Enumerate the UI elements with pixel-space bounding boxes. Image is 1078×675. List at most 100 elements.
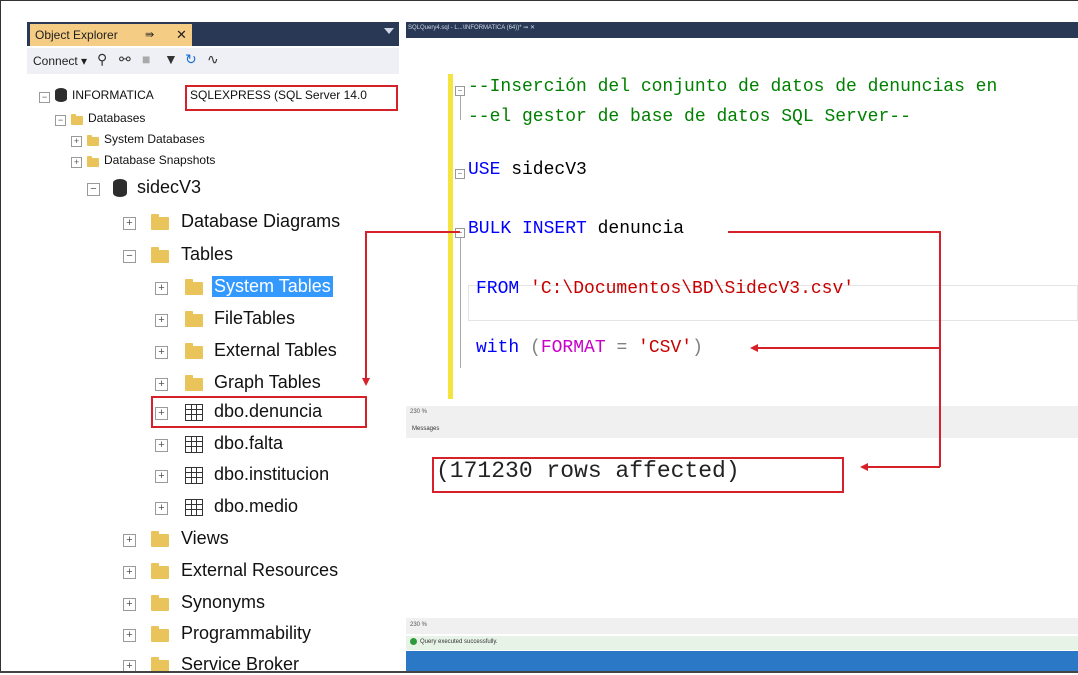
results-zoom-bar: 230 % [406, 618, 1078, 634]
tables-label: Tables [181, 244, 234, 264]
rows-affected-highlight [432, 457, 844, 493]
query-editor-panel: SQLQuery4.sql - L...\INFORMATICA (64))* … [406, 22, 1078, 673]
table-icon [185, 467, 203, 484]
expand-icon[interactable]: + [155, 346, 168, 359]
chevron-down-icon[interactable] [384, 28, 394, 34]
frame-left-border [0, 0, 1, 673]
close-icon[interactable]: ✕ [176, 24, 187, 46]
expand-icon[interactable]: + [155, 470, 168, 483]
server-name: INFORMATICA [72, 88, 154, 102]
database-name: sidecV3 [137, 177, 202, 197]
expand-icon[interactable]: + [155, 282, 168, 295]
code-editor[interactable]: − --Inserción del conjunto de datos de d… [406, 38, 1078, 406]
filter-connect-icon[interactable]: ⚲ [97, 51, 107, 68]
keyword-use: USE [468, 160, 501, 180]
table-icon [185, 499, 203, 516]
format-value-string: 'CSV' [638, 338, 693, 358]
disconnect-icon[interactable]: ⚯ [119, 51, 131, 68]
expand-icon[interactable]: + [123, 566, 136, 579]
keyword-with: with [476, 338, 520, 358]
folder-icon [87, 135, 99, 146]
folder-icon [185, 311, 203, 327]
expand-icon[interactable]: + [123, 217, 136, 230]
paren-open: ( [519, 338, 541, 358]
equals-sign: = [605, 338, 639, 358]
databases-label: Databases [88, 111, 146, 125]
database-identifier: sidecV3 [500, 160, 587, 180]
code-with-line: with (FORMAT = 'CSV') [476, 338, 703, 358]
fold-toggle-icon[interactable]: − [455, 228, 465, 238]
server-icon [55, 88, 67, 102]
table-label: dbo.medio [214, 496, 299, 516]
keyword-format: FORMAT [540, 338, 606, 358]
programmability-label: Programmability [181, 623, 312, 643]
query-status-bar: Query executed successfully. [406, 636, 1078, 650]
expand-icon[interactable]: + [155, 314, 168, 327]
pin-icon[interactable]: ⇛ [145, 24, 154, 46]
stop-icon[interactable]: ■ [142, 51, 150, 67]
object-explorer-tab[interactable]: Object Explorer ⇛ ✕ [30, 24, 192, 46]
keyword-from: FROM [476, 279, 520, 299]
expand-icon[interactable]: + [123, 629, 136, 642]
code-bulk-insert-line: BULK INSERT denuncia [468, 219, 684, 239]
table-label: dbo.falta [214, 433, 284, 453]
views-label: Views [181, 528, 229, 548]
refresh-icon[interactable]: ↻ [185, 51, 197, 68]
query-tab[interactable]: SQLQuery4.sql - L...\INFORMATICA (64))* … [408, 24, 535, 31]
folder-icon [185, 279, 203, 295]
folder-icon [71, 114, 83, 125]
expand-icon[interactable]: + [155, 502, 168, 515]
database-icon [113, 179, 127, 197]
editor-zoom-bar: 230 % [406, 406, 1078, 420]
filetables-label: FileTables [214, 308, 296, 328]
collapse-icon[interactable]: − [55, 115, 66, 126]
object-explorer-panel: Object Explorer ⇛ ✕ Connect ▾ ⚲ ⚯ ■ ▼ ↻ … [27, 22, 399, 674]
server-instance-highlight [185, 85, 398, 111]
external-resources-label: External Resources [181, 560, 339, 580]
folder-icon [151, 247, 169, 263]
external-tables-label: External Tables [214, 340, 337, 360]
folder-icon [151, 563, 169, 579]
database-snapshots-label: Database Snapshots [104, 153, 216, 167]
code-comment-line-1: --Inserción del conjunto de datos de den… [468, 77, 998, 97]
zoom-level[interactable]: 230 % [410, 409, 427, 415]
status-text: Query executed successfully. [420, 639, 498, 645]
expand-icon[interactable]: + [123, 598, 136, 611]
messages-tab[interactable]: Messages [412, 426, 439, 432]
expand-icon[interactable]: + [155, 439, 168, 452]
app-status-bar [406, 651, 1078, 671]
expand-icon[interactable]: + [71, 136, 82, 147]
object-explorer-titlebar: Object Explorer ⇛ ✕ [27, 22, 399, 46]
synonyms-label: Synonyms [181, 592, 266, 612]
collapse-icon[interactable]: − [87, 183, 100, 196]
fold-guide [460, 96, 461, 120]
results-tab-strip: Messages [406, 420, 1078, 439]
expand-icon[interactable]: + [123, 534, 136, 547]
fold-toggle-icon[interactable]: − [455, 169, 465, 179]
folder-icon [151, 626, 169, 642]
filter-icon[interactable]: ▼ [164, 51, 178, 67]
zoom-level[interactable]: 230 % [410, 622, 427, 628]
code-use-line: USE sidecV3 [468, 160, 587, 180]
collapse-icon[interactable]: − [39, 92, 50, 103]
folder-icon [185, 375, 203, 391]
expand-icon[interactable]: + [71, 157, 82, 168]
folder-icon [151, 531, 169, 547]
fold-toggle-icon[interactable]: − [455, 86, 465, 96]
object-explorer-title: Object Explorer [35, 28, 118, 42]
change-marker-bar [448, 74, 453, 399]
connect-button[interactable]: Connect ▾ [33, 54, 87, 68]
graph-tables-label: Graph Tables [214, 372, 321, 392]
table-icon [185, 436, 203, 453]
expand-icon[interactable]: + [155, 378, 168, 391]
table-label: dbo.institucion [214, 464, 330, 484]
folder-icon [87, 156, 99, 167]
system-tables-label: System Tables [212, 276, 333, 297]
collapse-icon[interactable]: − [123, 250, 136, 263]
keyword-bulk-insert: BULK INSERT [468, 219, 587, 239]
frame-top-border [0, 0, 1078, 1]
object-explorer-toolbar: Connect ▾ ⚲ ⚯ ■ ▼ ↻ ∿ [27, 48, 399, 74]
activity-monitor-icon[interactable]: ∿ [207, 51, 219, 68]
denuncia-table-highlight [151, 396, 367, 428]
system-databases-label: System Databases [104, 132, 205, 146]
